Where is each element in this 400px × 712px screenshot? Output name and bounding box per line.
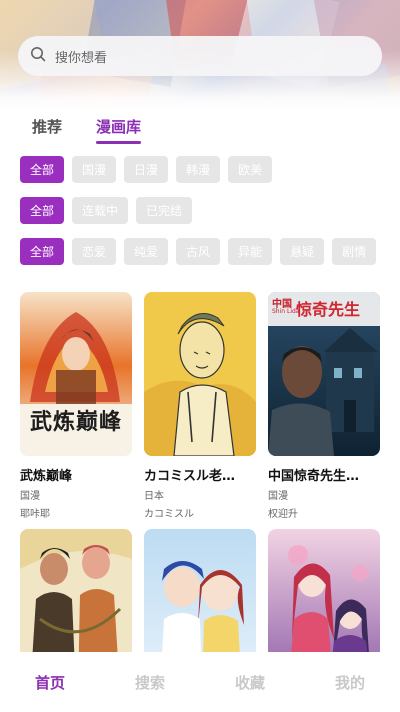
comic-card[interactable]: 武炼巅峰 武炼巅峰 国漫 耶咔耶 — [20, 292, 132, 520]
nav-profile[interactable]: 我的 — [300, 672, 400, 693]
comic-title: カコミスル老… — [144, 469, 236, 484]
filter-status-all[interactable]: 全部 — [20, 197, 65, 224]
comic-card[interactable]: カコミスル老… 日本 カコミスル — [144, 292, 256, 520]
filter-region-guoman[interactable]: 国漫 — [72, 156, 117, 183]
filter-region-all[interactable]: 全部 — [20, 156, 65, 183]
nav-favorites[interactable]: 收藏 — [200, 672, 300, 693]
tab-recommend[interactable]: 推荐 — [32, 116, 62, 142]
cover-title-art: 惊奇先生 — [296, 300, 361, 319]
nav-home[interactable]: 首页 — [0, 672, 100, 693]
filter-row-status: 全部 连载中 已完结 — [20, 197, 193, 224]
filter-status-completed[interactable]: 已完结 — [136, 197, 193, 224]
search-bar[interactable]: 搜你想看 — [18, 36, 382, 76]
nav-search[interactable]: 搜索 — [100, 672, 200, 693]
filter-genre-pure-love[interactable]: 纯爱 — [124, 238, 169, 265]
bottom-navigation: 首页 搜索 收藏 我的 — [0, 652, 400, 712]
filter-genre-mystery[interactable]: 悬疑 — [280, 238, 325, 265]
filter-row-genre: 全部 恋爱 纯爱 古风 异能 悬疑 剧情 — [20, 238, 377, 265]
comic-author: カコミスル — [144, 509, 194, 520]
filter-region-hanman[interactable]: 韩漫 — [176, 156, 221, 183]
comic-author: 耶咔耶 — [20, 509, 50, 520]
filter-status-ongoing[interactable]: 连载中 — [72, 197, 129, 224]
search-icon — [30, 46, 46, 66]
filter-region-riman[interactable]: 日漫 — [124, 156, 169, 183]
filter-genre-romance[interactable]: 恋爱 — [72, 238, 117, 265]
comic-cover: 中国 Shin Lida 惊奇先生 — [268, 292, 380, 456]
comic-cover — [144, 292, 256, 456]
cover-title-art: 武炼巅峰 — [29, 409, 122, 435]
category-tabs: 推荐 漫画库 — [32, 116, 142, 144]
filter-genre-superpower[interactable]: 异能 — [228, 238, 273, 265]
filter-region-oumei[interactable]: 欧美 — [228, 156, 273, 183]
comic-region: 国漫 — [20, 491, 40, 502]
comic-title: 武炼巅峰 — [20, 469, 73, 484]
tab-comic-library[interactable]: 漫画库 — [96, 116, 142, 144]
comic-title: 中国惊奇先生… — [268, 469, 360, 484]
comic-region: 国漫 — [268, 491, 288, 502]
search-placeholder: 搜你想看 — [55, 50, 108, 66]
comic-card[interactable]: 中国 Shin Lida 惊奇先生 中国惊奇先生… 国漫 权迎升 — [268, 292, 380, 520]
comic-region: 日本 — [144, 491, 164, 502]
comic-author: 权迎升 — [268, 509, 298, 520]
filter-genre-ancient[interactable]: 古风 — [176, 238, 221, 265]
filter-row-region: 全部 国漫 日漫 韩漫 欧美 — [20, 156, 273, 183]
comic-cover: 武炼巅峰 — [20, 292, 132, 456]
filter-genre-all[interactable]: 全部 — [20, 238, 65, 265]
filter-genre-drama[interactable]: 剧情 — [332, 238, 377, 265]
